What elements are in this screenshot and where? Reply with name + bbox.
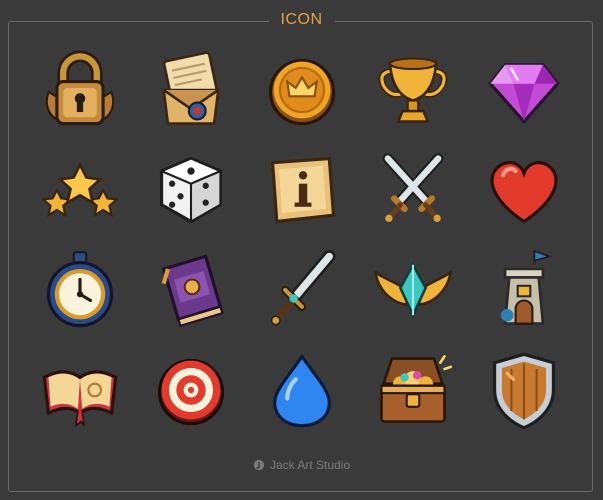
icon-cell[interactable] (135, 140, 246, 240)
icon-cell[interactable] (135, 240, 246, 340)
studio-credit: Jack Art Studio (242, 456, 361, 474)
trophy-icon (378, 57, 447, 123)
dice-icon (158, 156, 223, 224)
icon-cell[interactable] (246, 240, 357, 340)
icon-cell[interactable] (357, 340, 468, 440)
sheet-title: ICON (268, 8, 335, 32)
tower-icon (500, 250, 552, 325)
open-book-icon (42, 370, 117, 428)
icon-cell[interactable] (246, 340, 357, 440)
icon-cell[interactable] (24, 240, 135, 340)
treasure-chest-icon (379, 355, 452, 423)
stopwatch-icon (46, 251, 113, 328)
crown-coin-icon (268, 59, 335, 126)
icon-cell[interactable] (135, 340, 246, 440)
crossed-swords-icon (382, 153, 443, 223)
winged-crystal-icon (373, 262, 452, 319)
icon-cell[interactable] (24, 340, 135, 440)
gem-icon (487, 63, 560, 124)
studio-logo-icon (253, 460, 264, 470)
stars-icon (40, 161, 119, 218)
icon-cell[interactable] (24, 140, 135, 240)
icon-cell[interactable] (468, 340, 579, 440)
icon-cell[interactable] (468, 240, 579, 340)
studio-credit-text: Jack Art Studio (269, 458, 351, 472)
info-parchment-icon (270, 156, 335, 224)
icon-cell[interactable] (24, 40, 135, 140)
icon-cell[interactable] (357, 240, 468, 340)
padlock-icon (45, 50, 114, 126)
icon-grid (24, 40, 579, 440)
target-icon (157, 359, 224, 426)
shield-icon (492, 352, 555, 430)
icon-cell[interactable] (357, 140, 468, 240)
icon-cell[interactable] (357, 40, 468, 140)
icon-cell[interactable] (246, 140, 357, 240)
scroll-letter-icon (161, 51, 220, 125)
sword-icon (270, 250, 336, 326)
icon-cell[interactable] (468, 140, 579, 240)
water-drop-icon (272, 353, 331, 428)
spell-book-icon (161, 254, 224, 327)
heart-icon (490, 161, 557, 224)
icon-cell[interactable] (135, 40, 246, 140)
icon-cell[interactable] (468, 40, 579, 140)
icon-cell[interactable] (246, 40, 357, 140)
